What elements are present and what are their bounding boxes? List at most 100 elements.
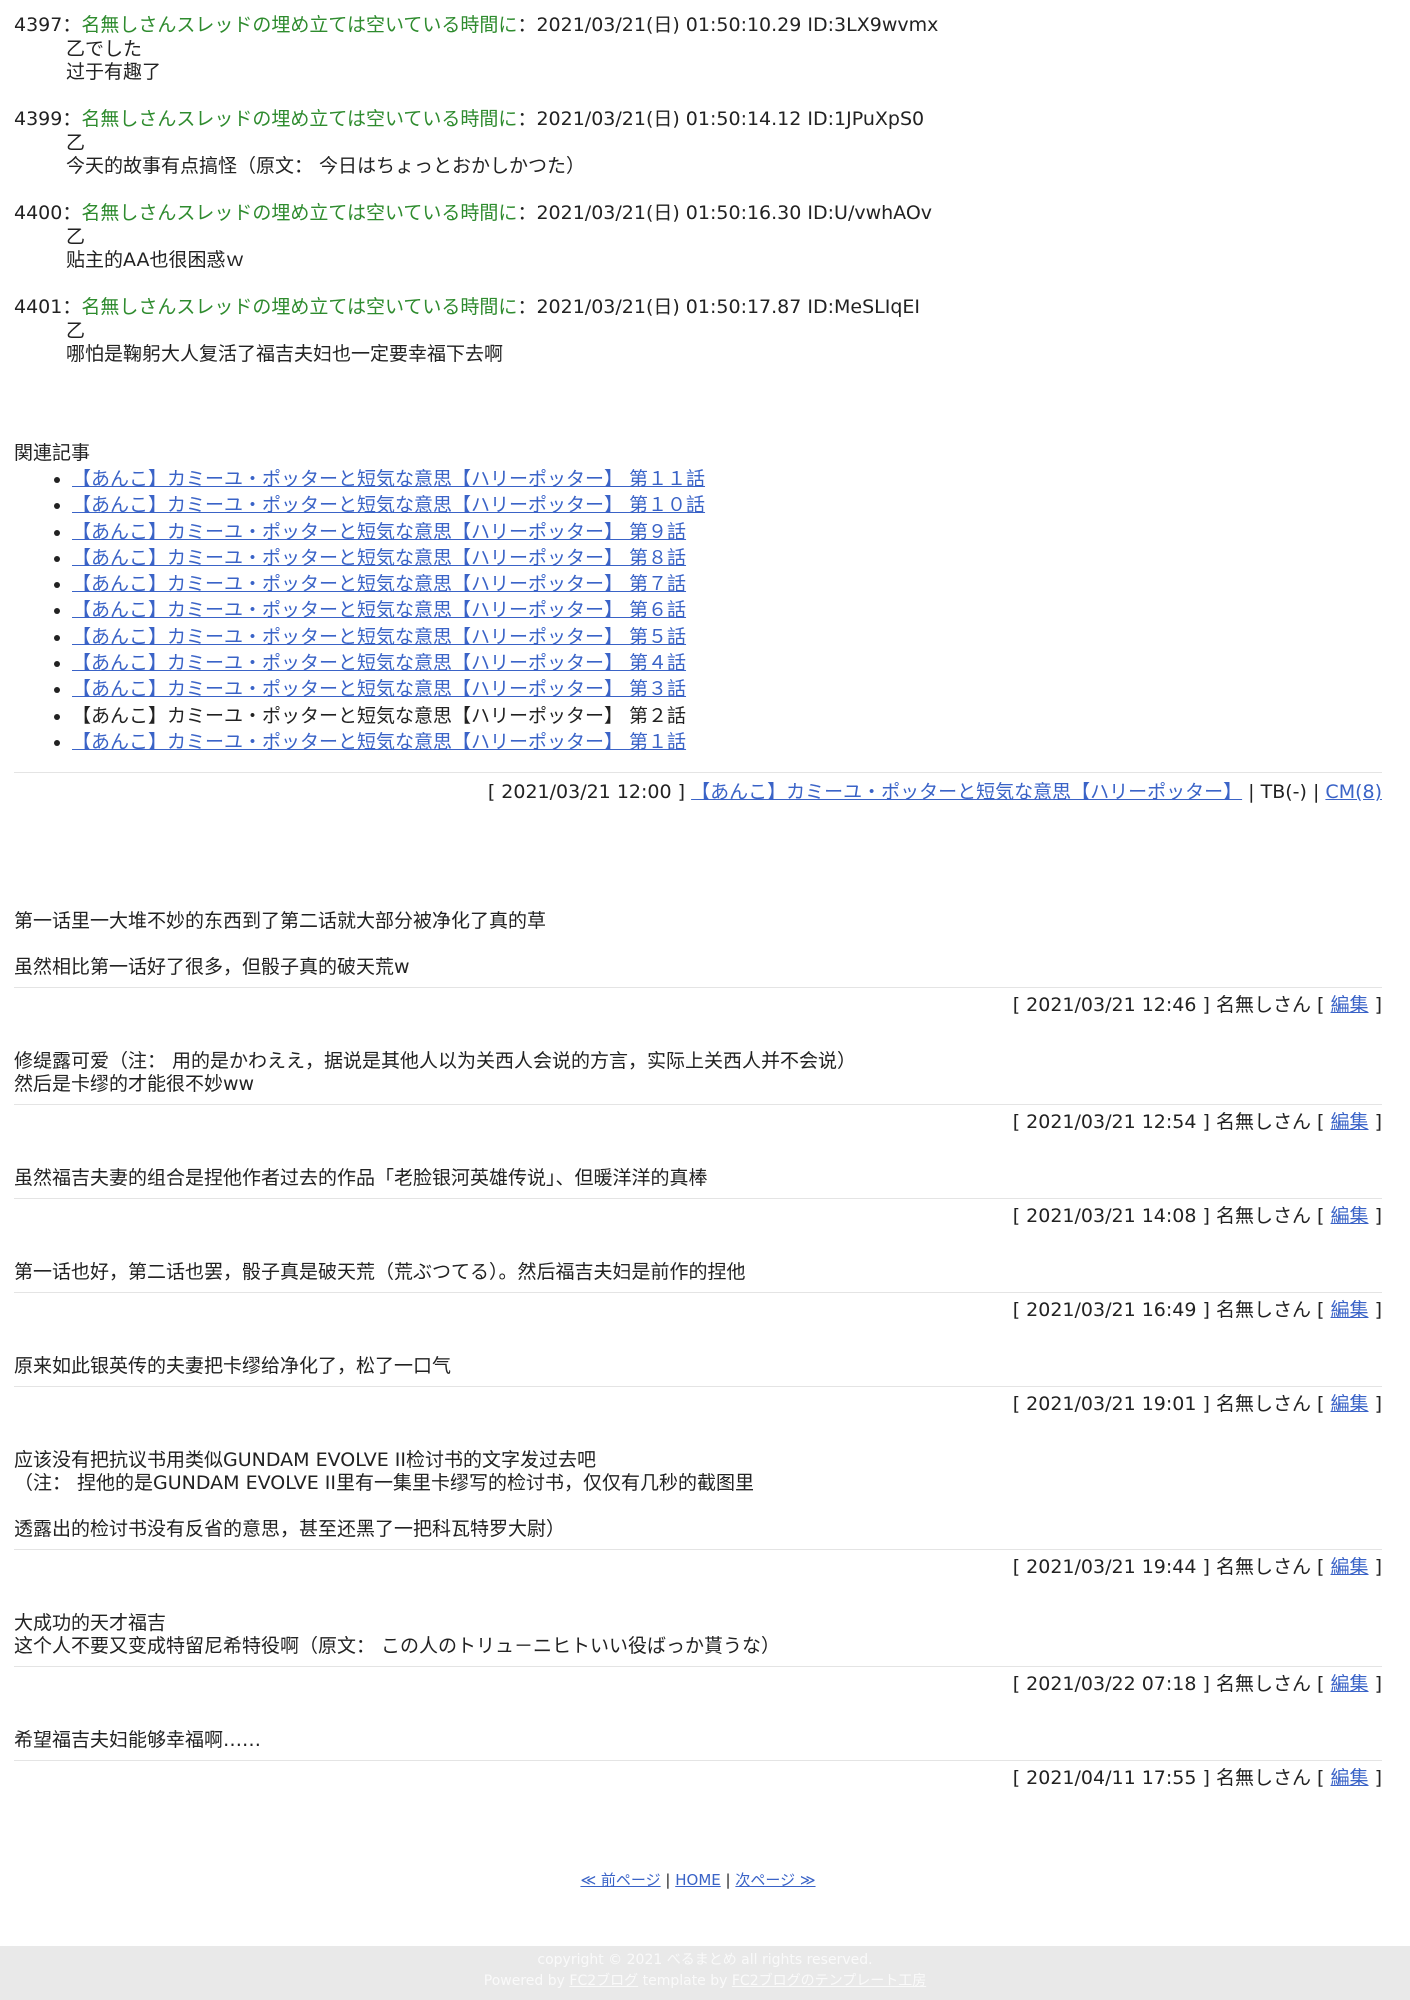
related-link[interactable]: 【あんこ】カミーユ・ポッターと短気な意思【ハリーポッター】 第９話: [72, 521, 686, 543]
comment-text: 应该没有把抗议书用类似GUNDAM EVOLVE II检讨书的文字发过去吧: [14, 1449, 596, 1471]
comment-body: 第一话里一大堆不妙的东西到了第二话就大部分被净化了真的草 虽然相比第一话好了很多…: [14, 904, 1382, 987]
comment-author: 名無しさん: [1215, 1767, 1311, 1789]
bracket: [: [1317, 994, 1325, 1016]
post-number: 4400: [14, 202, 63, 224]
post-text: 乙: [66, 320, 86, 342]
comment-date: [ 2021/03/22 07:18 ]: [1012, 1673, 1210, 1695]
comment-text: 虽然福吉夫妻的组合是捏他作者过去的作品「老脸银河英雄传说」、但暖洋洋的真棒: [14, 1167, 708, 1189]
prev-page-link[interactable]: ≪ 前ページ: [580, 1871, 660, 1889]
comment-text: [14, 1495, 1382, 1518]
bracket: [: [1317, 1299, 1325, 1321]
related-link[interactable]: 【あんこ】カミーユ・ポッターと短気な意思【ハリーポッター】 第１話: [72, 731, 686, 753]
post-separator: ：: [62, 296, 82, 318]
comment-author: 名無しさん: [1215, 1556, 1311, 1578]
comment-date: [ 2021/03/21 12:46 ]: [1012, 994, 1210, 1016]
edit-link[interactable]: 編集: [1331, 1111, 1369, 1133]
category-link[interactable]: 【あんこ】カミーユ・ポッターと短気な意思【ハリーポッター】: [691, 781, 1242, 803]
list-item: 【あんこ】カミーユ・ポッターと短気な意思【ハリーポッター】 第２話: [72, 703, 1394, 729]
comment-date: [ 2021/03/21 19:01 ]: [1012, 1393, 1210, 1415]
post-text: 乙でした: [66, 38, 143, 60]
bracket: [: [1317, 1111, 1325, 1133]
comment-author: 名無しさん: [1215, 1111, 1311, 1133]
comment-text: 第一话里一大堆不妙的东西到了第二话就大部分被净化了真的草: [14, 910, 547, 932]
comment-author: 名無しさん: [1215, 1673, 1311, 1695]
powered-by-label: Powered by: [483, 1973, 565, 1989]
home-link[interactable]: HOME: [675, 1871, 721, 1889]
separator: |: [725, 1871, 731, 1889]
comment-author: 名無しさん: [1215, 1299, 1311, 1321]
comment-body: 虽然福吉夫妻的组合是捏他作者过去的作品「老脸银河英雄传说」、但暖洋洋的真棒: [14, 1161, 1382, 1198]
comment: 第一话也好，第二话也罢，骰子真是破天荒（荒ぶつてる）。然后福吉夫妇是前作的捏他 …: [14, 1255, 1382, 1333]
related-link[interactable]: 【あんこ】カミーユ・ポッターと短気な意思【ハリーポッター】 第３話: [72, 678, 686, 700]
comment-date: [ 2021/03/21 14:08 ]: [1012, 1205, 1210, 1227]
poster-name: 名無しさんスレッドの埋め立ては空いている時間に: [81, 14, 518, 36]
comment-text: 然后是卡缪的才能很不妙ww: [14, 1073, 255, 1095]
template-link[interactable]: FC2ブログのテンプレート工房: [732, 1973, 926, 1989]
comment: 希望福吉夫妇能够幸福啊…… [ 2021/04/11 17:55 ] 名無しさん…: [14, 1723, 1382, 1801]
bracket: ]: [1374, 1556, 1382, 1578]
copyright: copyright © 2021 べるまとめ all rights reserv…: [537, 1952, 873, 1968]
post-header: 4401：名無しさんスレッドの埋め立ては空いている時間に：2021/03/21(…: [14, 294, 1394, 320]
edit-link[interactable]: 編集: [1331, 1299, 1369, 1321]
comment: 虽然福吉夫妻的组合是捏他作者过去的作品「老脸银河英雄传说」、但暖洋洋的真棒 [ …: [14, 1161, 1382, 1239]
poster-name: 名無しさんスレッドの埋め立ては空いている時間に: [81, 296, 518, 318]
edit-link[interactable]: 編集: [1331, 1673, 1369, 1695]
comment-text: （注： 捏他的是GUNDAM EVOLVE II里有一集里卡缪写的检讨书，仅仅有…: [14, 1472, 754, 1494]
comment-meta: [ 2021/04/11 17:55 ] 名無しさん [ 編集 ]: [14, 1760, 1382, 1801]
edit-link[interactable]: 編集: [1331, 1205, 1369, 1227]
related-articles: 関連記事 【あんこ】カミーユ・ポッターと短気な意思【ハリーポッター】 第１１話 …: [14, 440, 1394, 755]
comment-date: [ 2021/03/21 12:54 ]: [1012, 1111, 1210, 1133]
comment-date: [ 2021/04/11 17:55 ]: [1012, 1767, 1210, 1789]
comment-meta: [ 2021/03/21 16:49 ] 名無しさん [ 編集 ]: [14, 1292, 1382, 1333]
post-separator: ：: [62, 108, 82, 130]
separator: |: [665, 1871, 671, 1889]
comment-meta: [ 2021/03/21 12:46 ] 名無しさん [ 編集 ]: [14, 987, 1382, 1028]
edit-link[interactable]: 編集: [1331, 1556, 1369, 1578]
comment: 第一话里一大堆不妙的东西到了第二话就大部分被净化了真的草 虽然相比第一话好了很多…: [14, 904, 1382, 1028]
template-by-label: template by: [642, 1973, 728, 1989]
related-link[interactable]: 【あんこ】カミーユ・ポッターと短気な意思【ハリーポッター】 第１１話: [72, 468, 705, 490]
comment-text: 希望福吉夫妇能够幸福啊……: [14, 1729, 262, 1751]
thread-posts: 4397：名無しさんスレッドの埋め立ては空いている時間に：2021/03/21(…: [14, 12, 1394, 388]
related-link[interactable]: 【あんこ】カミーユ・ポッターと短気な意思【ハリーポッター】 第７話: [72, 573, 686, 595]
related-link[interactable]: 【あんこ】カミーユ・ポッターと短気な意思【ハリーポッター】 第５話: [72, 626, 686, 648]
related-link[interactable]: 【あんこ】カミーユ・ポッターと短気な意思【ハリーポッター】 第１０話: [72, 494, 705, 516]
post: 4397：名無しさんスレッドの埋め立ては空いている時間に：2021/03/21(…: [14, 12, 1394, 84]
entry-date: [ 2021/03/21 12:00 ]: [487, 781, 686, 803]
edit-link[interactable]: 編集: [1331, 1767, 1369, 1789]
comment-text: 透露出的检讨书没有反省的意思，甚至还黑了一把科瓦特罗大尉）: [14, 1518, 566, 1540]
credits: Powered by FC2ブログ template by FC2ブログのテンプ…: [0, 1971, 1410, 1992]
comment-meta: [ 2021/03/21 12:54 ] 名無しさん [ 編集 ]: [14, 1104, 1382, 1145]
comment-author: 名無しさん: [1215, 1393, 1311, 1415]
bracket: ]: [1374, 1111, 1382, 1133]
bracket: ]: [1374, 1393, 1382, 1415]
next-page-link[interactable]: 次ページ ≫: [735, 1871, 815, 1889]
bracket: [: [1317, 1205, 1325, 1227]
bracket: [: [1317, 1767, 1325, 1789]
post-text: 贴主的AA也很困惑ｗ: [66, 249, 245, 271]
edit-link[interactable]: 編集: [1331, 994, 1369, 1016]
post-header: 4400：名無しさんスレッドの埋め立ては空いている時間に：2021/03/21(…: [14, 200, 1394, 226]
bracket: [: [1317, 1556, 1325, 1578]
post-header: 4399：名無しさんスレッドの埋め立ては空いている時間に：2021/03/21(…: [14, 106, 1394, 132]
list-item: 【あんこ】カミーユ・ポッターと短気な意思【ハリーポッター】 第４話: [72, 650, 1394, 676]
comment-body: 希望福吉夫妇能够幸福啊……: [14, 1723, 1382, 1760]
edit-link[interactable]: 編集: [1331, 1393, 1369, 1415]
comment-count-link[interactable]: CM(8): [1325, 781, 1382, 803]
related-link[interactable]: 【あんこ】カミーユ・ポッターと短気な意思【ハリーポッター】 第６話: [72, 599, 686, 621]
comment-date: [ 2021/03/21 19:44 ]: [1012, 1556, 1210, 1578]
trackback-count: TB(-): [1260, 781, 1307, 803]
post-text: 哪怕是鞠躬大人复活了福吉夫妇也一定要幸福下去啊: [66, 343, 504, 365]
related-link[interactable]: 【あんこ】カミーユ・ポッターと短気な意思【ハリーポッター】 第８話: [72, 547, 686, 569]
bracket: ]: [1374, 1673, 1382, 1695]
bracket: ]: [1374, 994, 1382, 1016]
fc2-blog-link[interactable]: FC2ブログ: [569, 1973, 638, 1989]
post-meta: ：2021/03/21(日) 01:50:14.12 ID:1JPuXpS0: [517, 108, 925, 130]
site-footer: copyright © 2021 べるまとめ all rights reserv…: [0, 1946, 1410, 2000]
post: 4401：名無しさんスレッドの埋め立ては空いている時間に：2021/03/21(…: [14, 294, 1394, 366]
comment-author: 名無しさん: [1215, 994, 1311, 1016]
post-number: 4401: [14, 296, 63, 318]
comment-body: 原来如此银英传的夫妻把卡缪给净化了，松了一口气: [14, 1349, 1382, 1386]
related-link[interactable]: 【あんこ】カミーユ・ポッターと短気な意思【ハリーポッター】 第４話: [72, 652, 686, 674]
list-item: 【あんこ】カミーユ・ポッターと短気な意思【ハリーポッター】 第１０話: [72, 492, 1394, 518]
